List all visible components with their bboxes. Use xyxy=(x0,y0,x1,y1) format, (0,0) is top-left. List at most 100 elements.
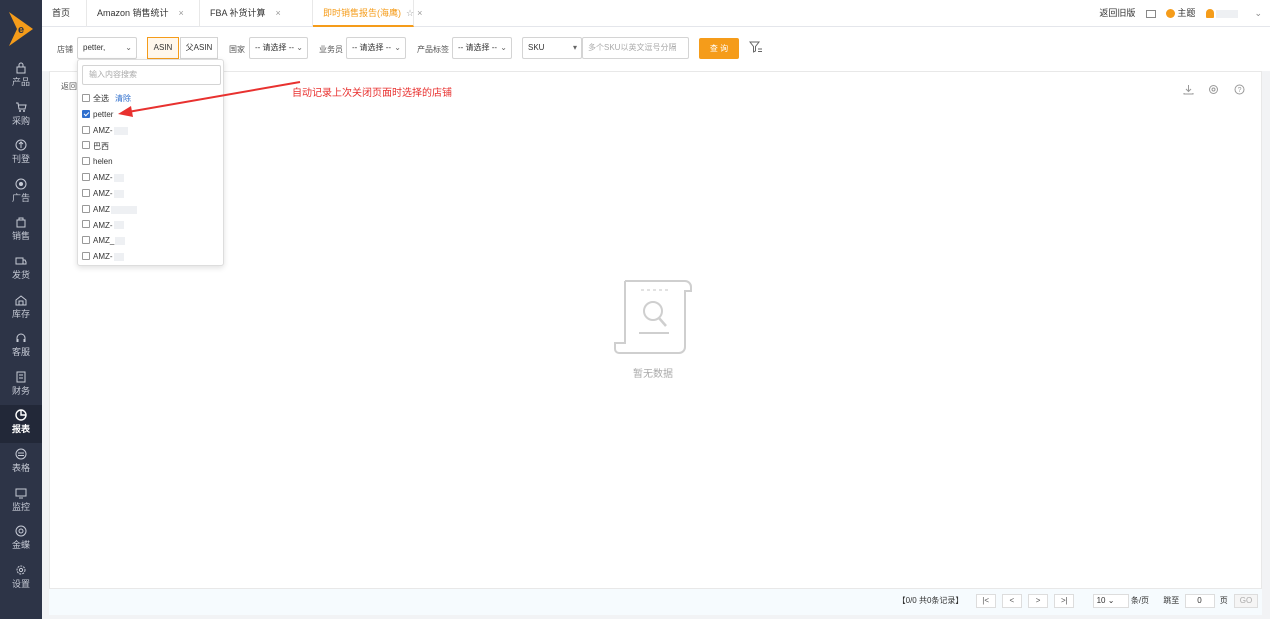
store-option[interactable]: AMZ- xyxy=(82,250,124,264)
headset-icon xyxy=(16,333,26,343)
brand-logo-icon[interactable]: e xyxy=(9,12,33,46)
chevron-down-icon: ⌄ xyxy=(394,43,401,52)
sidebar-item-label: 设置 xyxy=(11,578,30,589)
user-icon[interactable] xyxy=(1205,9,1214,19)
download-icon[interactable] xyxy=(1183,84,1194,95)
checkbox[interactable] xyxy=(82,252,90,261)
checkbox[interactable] xyxy=(82,188,90,197)
sku-type-value: SKU xyxy=(528,43,545,52)
page-input[interactable]: 0 xyxy=(1184,594,1215,608)
prev-page-button[interactable]: < xyxy=(1001,594,1022,608)
sidebar-item[interactable]: 财务 xyxy=(0,367,42,405)
store-option[interactable]: AMZ- xyxy=(82,124,128,138)
checkbox[interactable] xyxy=(82,125,90,134)
sidebar-item[interactable]: 设置 xyxy=(0,560,42,598)
store-label: 店铺 xyxy=(57,45,73,54)
store-option[interactable]: AMZ xyxy=(82,203,137,217)
store-option[interactable]: AMZ_ xyxy=(82,234,126,248)
query-button[interactable]: 查 询 xyxy=(699,38,739,59)
sidebar-item-label: 库存 xyxy=(11,308,30,319)
select-all-option[interactable]: 全选 清除 xyxy=(82,92,131,106)
store-option[interactable]: petter xyxy=(82,108,113,122)
sidebar-item-label: 监控 xyxy=(11,501,30,512)
palette-icon[interactable] xyxy=(1166,9,1176,19)
first-page-button[interactable]: |< xyxy=(975,594,996,608)
redacted-text xyxy=(113,221,124,230)
store-option-label: AMZ- xyxy=(93,125,113,135)
sidebar-item[interactable]: 销售 xyxy=(0,212,42,250)
store-select-value: petter, xyxy=(83,43,106,52)
tab-fba-replenish[interactable]: FBA 补货计算 × xyxy=(200,0,313,27)
chevron-down-icon: ⌄ xyxy=(296,43,303,52)
filter-icon[interactable] xyxy=(749,40,763,54)
asin-toggle[interactable]: ASIN xyxy=(147,37,179,59)
checkbox[interactable] xyxy=(82,157,90,166)
sku-input[interactable]: 多个SKU以英文逗号分隔 xyxy=(582,37,689,59)
theme-link[interactable]: 主题 xyxy=(1177,8,1195,18)
store-option[interactable]: helen xyxy=(82,155,113,169)
old-version-link[interactable]: 返回旧版 xyxy=(1099,8,1135,18)
page-unit-label: 页 xyxy=(1219,596,1228,606)
next-page-button[interactable]: > xyxy=(1028,594,1049,608)
star-icon[interactable]: ☆ xyxy=(406,8,414,18)
annotation-text: 自动记录上次关闭页面时选择的店铺 xyxy=(292,88,452,99)
sidebar-item[interactable]: 报表 xyxy=(0,405,42,444)
sidebar-item-label: 采购 xyxy=(11,115,30,126)
sidebar-item[interactable]: 表格 xyxy=(0,444,42,482)
sidebar-item[interactable]: 采购 xyxy=(0,97,42,135)
empty-document-icon xyxy=(614,280,692,354)
empty-state-text: 暂无数据 xyxy=(633,369,673,380)
clear-link[interactable]: 清除 xyxy=(115,94,131,103)
product-tag-select[interactable]: -- 请选择 -- ⌄ xyxy=(452,37,512,59)
dropdown-search-input[interactable]: 输入内容搜索 xyxy=(82,65,221,85)
checkbox[interactable] xyxy=(82,109,90,118)
sidebar-item[interactable]: 发货 xyxy=(0,251,42,289)
store-option[interactable]: 巴西 xyxy=(82,140,109,154)
close-icon[interactable]: × xyxy=(417,8,422,18)
country-label: 国家 xyxy=(229,45,245,54)
tab-home[interactable]: 首页 xyxy=(42,0,87,27)
checkbox[interactable] xyxy=(82,93,90,102)
user-name[interactable] xyxy=(1215,9,1238,18)
store-option[interactable]: AMZ- xyxy=(82,171,124,185)
sidebar-item[interactable]: 刊登 xyxy=(0,135,42,173)
checkbox[interactable] xyxy=(82,236,90,245)
sidebar-item[interactable]: 库存 xyxy=(0,290,42,328)
store-option[interactable]: AMZ- xyxy=(82,187,124,201)
sidebar: e 产品采购刊登 广告 销售 发货库存客服财务 报表 表格监控金蝶设置 xyxy=(0,0,42,619)
piechart-icon xyxy=(15,409,27,422)
page-size-select[interactable]: 10 ⌄ xyxy=(1092,594,1129,608)
help-icon[interactable]: ? xyxy=(1234,84,1245,95)
cart-icon xyxy=(16,102,27,112)
go-button[interactable]: GO xyxy=(1234,594,1258,608)
app-root: e 产品采购刊登 广告 销售 发货库存客服财务 报表 表格监控金蝶设置 首页 Amazon… xyxy=(0,0,1270,619)
store-select[interactable]: petter, ⌄ xyxy=(77,37,137,59)
store-option-label: AMZ- xyxy=(93,252,113,262)
chevron-down-icon[interactable]: ⌄ xyxy=(1254,8,1262,18)
sidebar-item[interactable]: 客服 xyxy=(0,328,42,366)
tab-instant-sales-report[interactable]: 即时销售报告(海鹰) ☆ × xyxy=(313,0,422,27)
sku-type-select[interactable]: SKU ▾ xyxy=(522,37,582,59)
upload-icon xyxy=(15,139,27,151)
checkbox[interactable] xyxy=(82,220,90,229)
settings-icon[interactable] xyxy=(1208,84,1219,95)
checkbox[interactable] xyxy=(82,204,90,213)
checkbox[interactable] xyxy=(82,141,90,150)
sidebar-item-label: 客服 xyxy=(11,347,30,358)
tab-amazon-sales[interactable]: Amazon 销售统计 × xyxy=(87,0,200,27)
sidebar-item[interactable]: 监控 xyxy=(0,483,42,521)
parent-asin-toggle[interactable]: 父ASIN xyxy=(180,37,218,59)
sidebar-item[interactable]: 金蝶 xyxy=(0,521,42,559)
store-option[interactable]: AMZ- xyxy=(82,219,124,233)
screen-icon[interactable] xyxy=(1145,9,1156,18)
sidebar-item[interactable]: 产品 xyxy=(0,58,42,96)
sidebar-item[interactable]: 广告 xyxy=(0,174,42,212)
salesperson-select[interactable]: -- 请选择 -- ⌄ xyxy=(346,37,406,59)
back-label[interactable]: 返回 xyxy=(61,81,77,92)
checkbox[interactable] xyxy=(82,173,90,182)
tab-label: 首页 xyxy=(52,8,71,18)
last-page-button[interactable]: >| xyxy=(1054,594,1075,608)
close-icon[interactable]: × xyxy=(179,8,184,18)
close-icon[interactable]: × xyxy=(276,8,281,18)
country-select[interactable]: -- 请选择 -- ⌄ xyxy=(249,37,308,59)
